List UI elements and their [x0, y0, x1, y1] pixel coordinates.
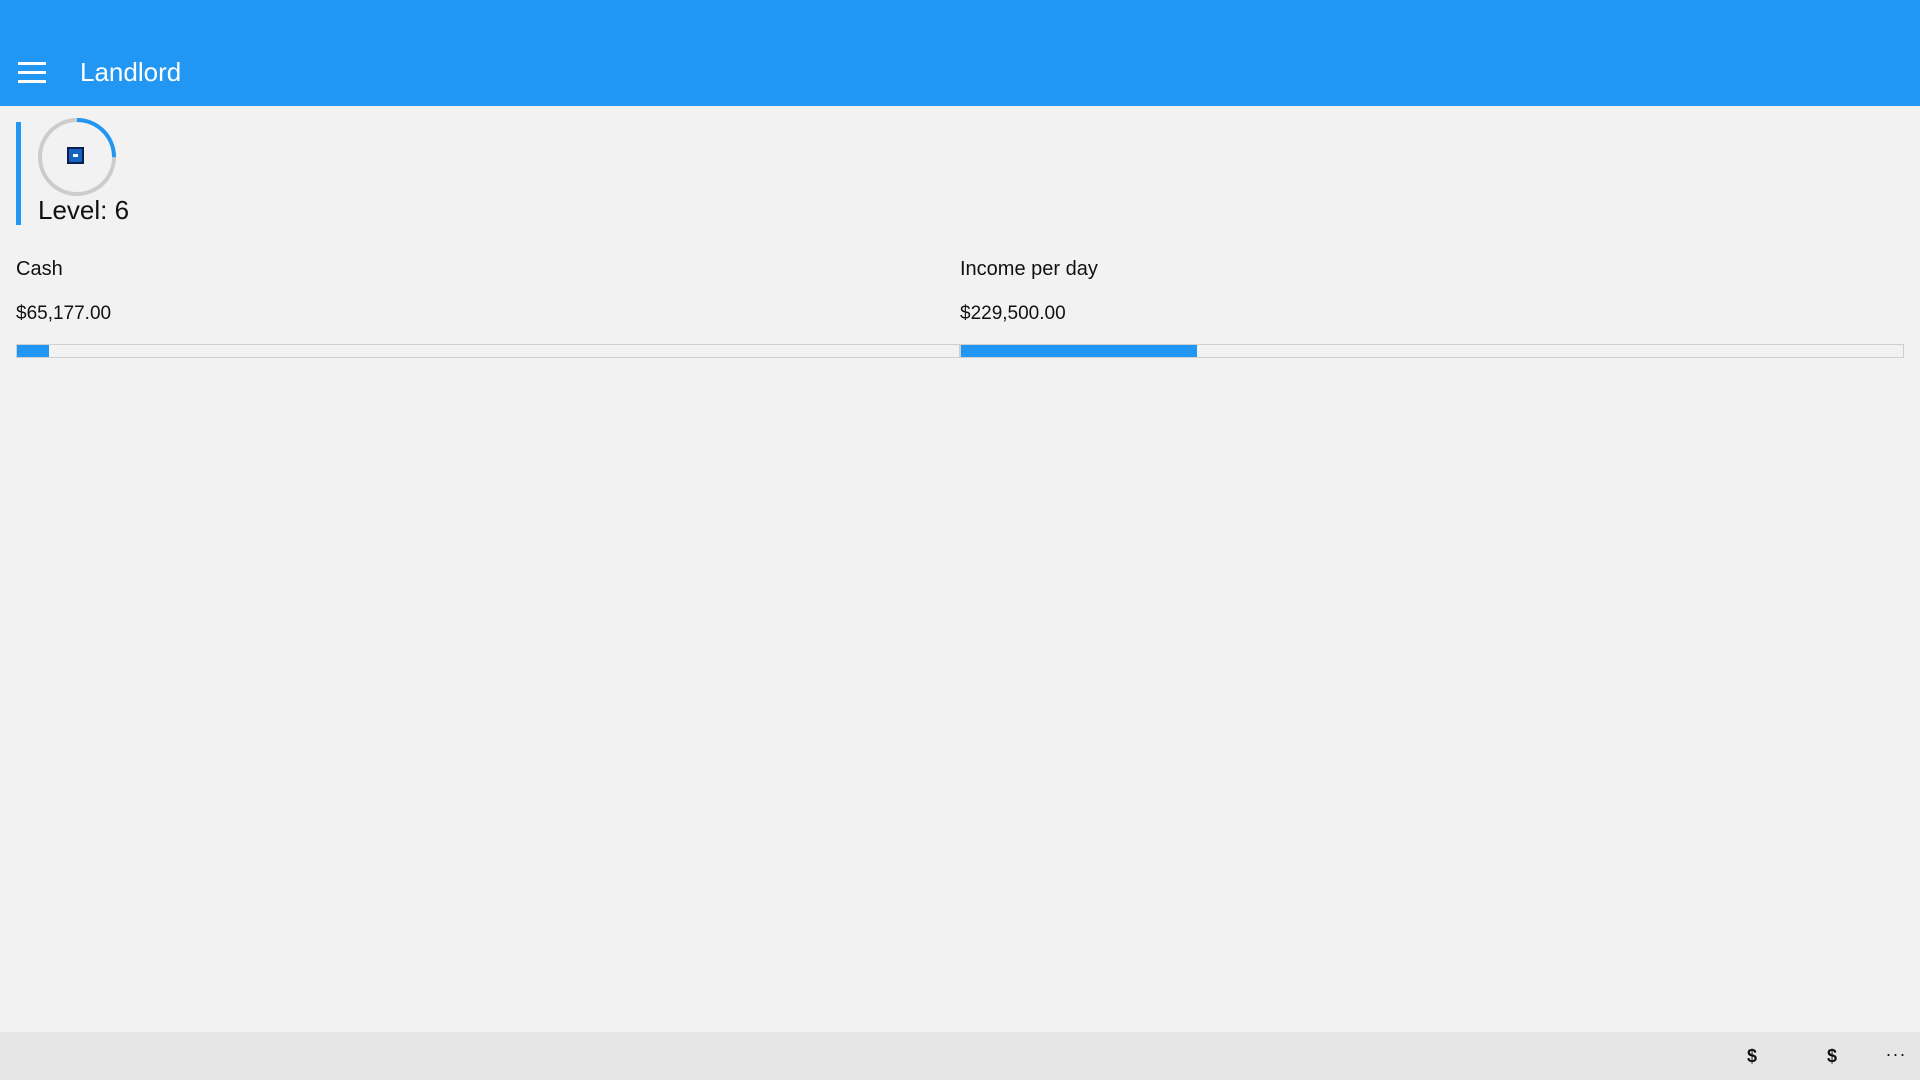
app-title: Landlord — [80, 57, 182, 87]
income-label: Income per day — [960, 258, 1098, 280]
cash-label: Cash — [16, 258, 63, 280]
cash-value: $65,177.00 — [16, 303, 112, 324]
more-options-button[interactable]: ··· — [1880, 1042, 1912, 1070]
cash-stat: Cash $65,177.00 — [16, 256, 960, 358]
income-stat: Income per day $229,500.00 — [960, 256, 1904, 358]
hamburger-menu-icon[interactable] — [14, 58, 50, 88]
cash-progress-bar — [16, 344, 960, 358]
income-progress-bar — [960, 344, 1904, 358]
cash-progress-fill — [17, 345, 50, 357]
income-value: $229,500.00 — [960, 303, 1066, 324]
dollar-icon[interactable]: $ — [1812, 1042, 1852, 1070]
income-progress-fill — [961, 345, 1197, 357]
level-label: Level: — [38, 195, 108, 225]
level-panel: Level: 6 — [16, 118, 221, 226]
level-indicator: Level: 6 — [38, 194, 129, 226]
dollar-icon[interactable]: $ — [1732, 1042, 1772, 1070]
level-up-icon — [67, 147, 84, 164]
level-value: 6 — [114, 195, 130, 225]
command-bar: $ $ ··· — [0, 1032, 1920, 1080]
app-header: Landlord — [0, 0, 1920, 106]
